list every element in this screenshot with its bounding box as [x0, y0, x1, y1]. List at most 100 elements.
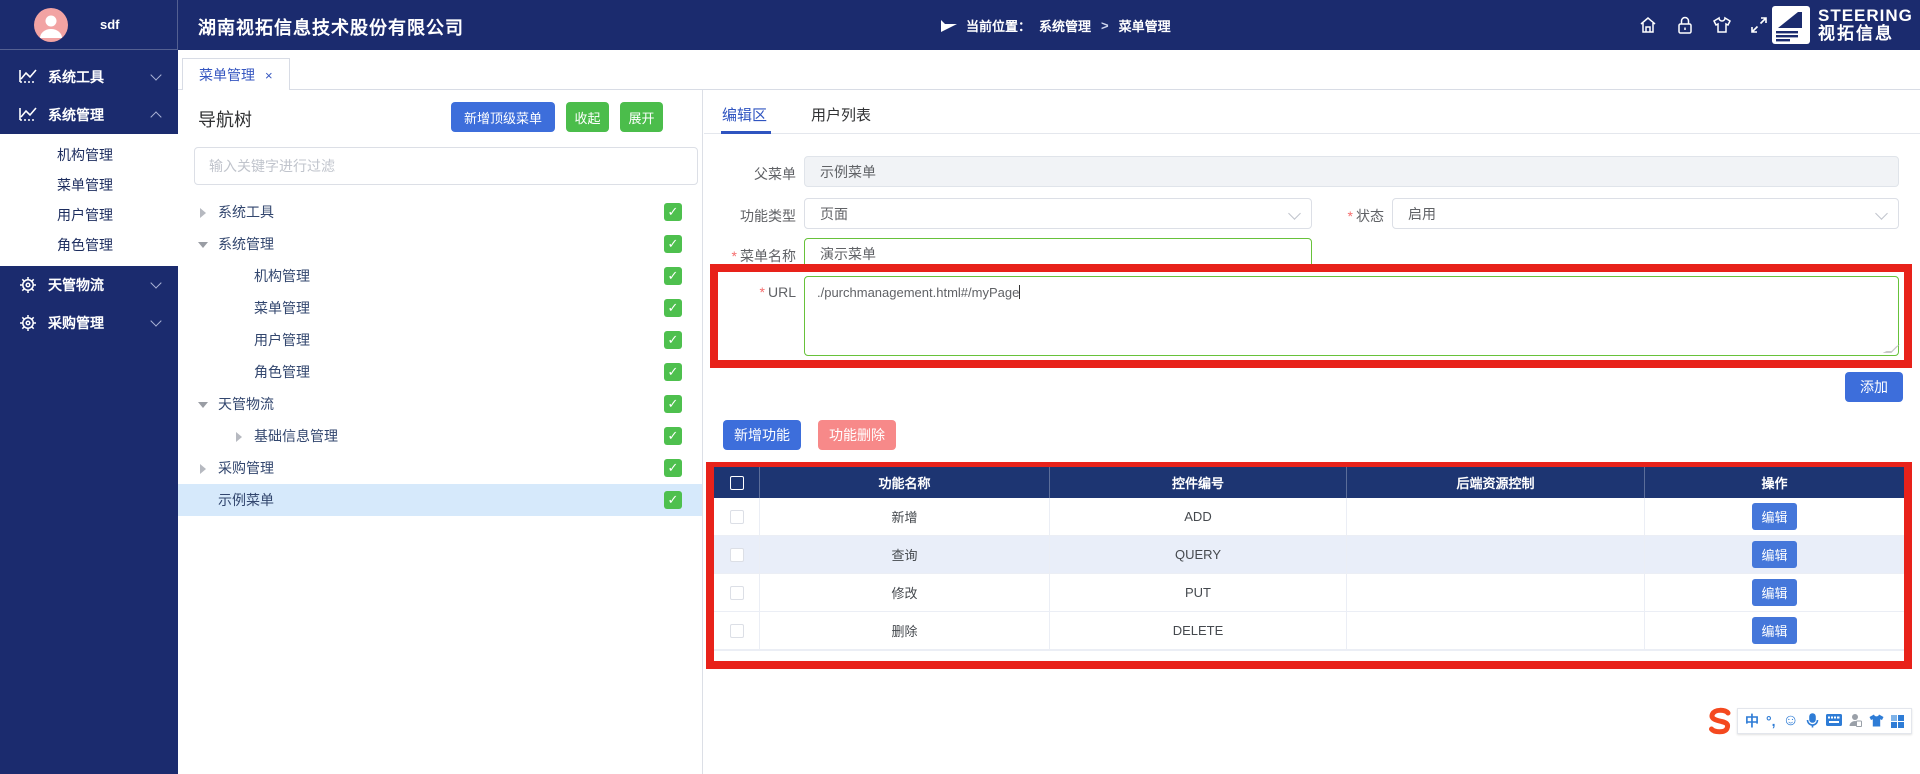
status-label: *状态 [1259, 206, 1384, 226]
breadcrumb-prefix: 当前位置： [966, 16, 1031, 35]
collapse-arrow-icon[interactable] [198, 402, 208, 408]
ime-skin-icon[interactable] [1869, 714, 1884, 729]
location-arrow-icon [940, 19, 958, 33]
parent-menu-label: 父菜单 [704, 164, 796, 184]
sidebar-subitem-org[interactable]: 机构管理 [0, 140, 178, 170]
table-header-row: 功能名称 控件编号 后端资源控制 操作 [714, 467, 1904, 498]
tree-item[interactable]: 角色管理 ✓ [178, 356, 702, 388]
row-checkbox[interactable] [730, 624, 744, 638]
chevron-down-icon [150, 69, 161, 80]
ime-chinese-mode-icon[interactable]: 中 [1745, 714, 1759, 728]
table-row: 修改 PUT 编辑 [714, 574, 1904, 612]
tab-user-list[interactable]: 用户列表 [811, 104, 871, 125]
edit-button[interactable]: 编辑 [1752, 541, 1797, 568]
collapse-all-button[interactable]: 收起 [566, 102, 609, 132]
tree-item[interactable]: 采购管理 ✓ [178, 452, 702, 484]
sidebar-item-label: 采购管理 [48, 313, 104, 333]
theme-shirt-icon[interactable] [1710, 13, 1733, 36]
chevron-up-icon [150, 111, 161, 122]
sidebar-subitem-role[interactable]: 角色管理 [0, 230, 178, 260]
function-type-select[interactable]: 页面 [804, 198, 1312, 229]
breadcrumb-page[interactable]: 菜单管理 [1119, 16, 1171, 35]
sidebar-item-purchase-mgmt[interactable]: 采购管理 [0, 304, 178, 342]
lock-icon[interactable] [1673, 13, 1696, 36]
delete-function-button[interactable]: 功能删除 [818, 420, 896, 450]
active-tab-underline [721, 131, 771, 134]
row-checkbox[interactable] [730, 548, 744, 562]
backend-resource-cell [1347, 498, 1645, 535]
status-select[interactable]: 启用 [1392, 198, 1899, 229]
avatar[interactable] [34, 8, 68, 42]
user-block[interactable]: sdf [0, 0, 178, 50]
ime-account-icon[interactable] [1849, 713, 1862, 729]
tree-item[interactable]: 基础信息管理 ✓ [178, 420, 702, 452]
checked-icon[interactable]: ✓ [664, 491, 682, 509]
sidebar-item-system-mgmt[interactable]: 系统管理 [0, 96, 178, 134]
collapse-arrow-icon[interactable] [198, 242, 208, 248]
ime-emoji-icon[interactable]: ☺ [1783, 713, 1799, 729]
sidebar-item-system-tools[interactable]: 系统工具 [0, 58, 178, 96]
checked-icon[interactable]: ✓ [664, 299, 682, 317]
url-textarea[interactable]: ./purchmanagement.html#/myPage [804, 276, 1899, 356]
checked-icon[interactable]: ✓ [664, 427, 682, 445]
tree-item[interactable]: 系统工具 ✓ [178, 196, 702, 228]
close-icon[interactable]: × [265, 68, 273, 83]
expand-arrow-icon[interactable] [200, 208, 206, 218]
breadcrumb: 当前位置： 系统管理 > 菜单管理 [940, 16, 1171, 35]
tab-edit-area[interactable]: 编辑区 [722, 104, 767, 125]
tab-menu-management[interactable]: 菜单管理 × [182, 58, 290, 91]
backend-resource-cell [1347, 612, 1645, 649]
resize-handle[interactable] [1883, 344, 1901, 353]
ime-keyboard-icon[interactable] [1826, 714, 1842, 728]
tree-item[interactable]: 系统管理 ✓ [178, 228, 702, 260]
checked-icon[interactable]: ✓ [664, 363, 682, 381]
sidebar-subitem-user[interactable]: 用户管理 [0, 200, 178, 230]
parent-menu-field: 示例菜单 [804, 156, 1899, 187]
checked-icon[interactable]: ✓ [664, 203, 682, 221]
breadcrumb-section[interactable]: 系统管理 [1039, 16, 1091, 35]
checked-icon[interactable]: ✓ [664, 459, 682, 477]
row-checkbox[interactable] [730, 510, 744, 524]
column-header: 功能名称 [760, 467, 1050, 498]
checked-icon[interactable]: ✓ [664, 235, 682, 253]
edit-button[interactable]: 编辑 [1752, 503, 1797, 530]
status-value: 启用 [1408, 204, 1436, 224]
tree-item-selected[interactable]: 示例菜单 ✓ [178, 484, 702, 516]
person-icon [34, 8, 68, 42]
fullscreen-icon[interactable] [1747, 13, 1770, 36]
add-button[interactable]: 添加 [1845, 372, 1903, 402]
checked-icon[interactable]: ✓ [664, 395, 682, 413]
editor-tabs: 编辑区 用户列表 [704, 90, 1920, 134]
panel-title: 导航树 [198, 106, 252, 132]
brand-logo-mark [1772, 6, 1810, 44]
edit-button[interactable]: 编辑 [1752, 617, 1797, 644]
tree-item[interactable]: 机构管理 ✓ [178, 260, 702, 292]
select-all-checkbox[interactable] [730, 476, 744, 490]
chevron-down-icon [150, 315, 161, 326]
add-top-menu-button[interactable]: 新增顶级菜单 [451, 102, 555, 132]
function-type-label: 功能类型 [704, 206, 796, 226]
expand-arrow-icon[interactable] [236, 432, 242, 442]
sidebar-item-tg-logistics[interactable]: 天管物流 [0, 266, 178, 304]
sogou-logo-icon[interactable] [1705, 706, 1735, 736]
expand-all-button[interactable]: 展开 [620, 102, 663, 132]
add-function-button[interactable]: 新增功能 [723, 420, 801, 450]
ime-toolbox-icon[interactable] [1891, 715, 1904, 728]
edit-button[interactable]: 编辑 [1752, 579, 1797, 606]
ime-punctuation-icon[interactable]: °, [1766, 714, 1776, 728]
sidebar-submenu: 机构管理 菜单管理 用户管理 角色管理 [0, 134, 178, 266]
control-code-cell: DELETE [1050, 612, 1347, 649]
tree-item[interactable]: 用户管理 ✓ [178, 324, 702, 356]
tree-item[interactable]: 天管物流 ✓ [178, 388, 702, 420]
sidebar-subitem-menu[interactable]: 菜单管理 [0, 170, 178, 200]
checked-icon[interactable]: ✓ [664, 267, 682, 285]
column-header: 操作 [1645, 467, 1904, 498]
row-checkbox[interactable] [730, 586, 744, 600]
tree-item[interactable]: 菜单管理 ✓ [178, 292, 702, 324]
home-icon[interactable] [1636, 13, 1659, 36]
expand-arrow-icon[interactable] [200, 464, 206, 474]
ime-voice-icon[interactable] [1806, 713, 1819, 730]
tree-filter-input[interactable] [194, 147, 698, 185]
function-name-cell: 删除 [760, 612, 1050, 649]
checked-icon[interactable]: ✓ [664, 331, 682, 349]
